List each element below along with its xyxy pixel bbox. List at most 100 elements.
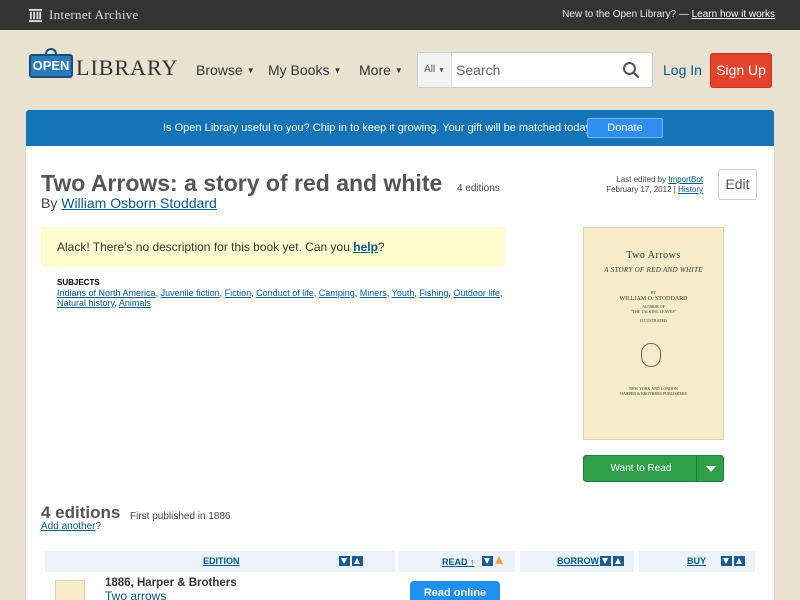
subject-link[interactable]: Animals: [119, 298, 151, 308]
search-input[interactable]: [456, 61, 616, 79]
book-editions-count: 4 editions: [457, 183, 500, 194]
new-user-text: New to the Open Library? —: [562, 9, 689, 20]
learn-how-link[interactable]: Learn how it works: [692, 9, 775, 20]
cover-illustrated: ILLUSTRATED: [640, 318, 667, 323]
read-online-button[interactable]: Read online: [410, 581, 500, 600]
search-scope-value: All: [424, 64, 436, 75]
add-edition-end: ?: [95, 521, 102, 532]
cover-author: WILLIAM O. STODDARD: [619, 296, 688, 302]
chevron-down-icon: ▼: [246, 66, 255, 75]
cover-title: Two Arrows: [626, 250, 681, 261]
subjects-section: SUBJECTS Indians of North America, Juven…: [57, 278, 507, 308]
internet-archive-logo[interactable]: Internet Archive: [28, 7, 139, 23]
nav-more[interactable]: More ▼: [359, 62, 403, 78]
subject-link[interactable]: Miners: [360, 288, 387, 298]
cover-publisher: NEW YORK AND LONDON HARPER & BROTHERS PU…: [584, 386, 723, 396]
subjects-heading: SUBJECTS: [57, 278, 100, 287]
last-edited-user-link[interactable]: ImportBot: [668, 175, 703, 184]
book-byline: By William Osborn Stoddard: [41, 195, 217, 211]
editions-heading: 4 editions: [41, 503, 121, 522]
search-scope-select[interactable]: All ▼: [418, 53, 452, 87]
top-bar: Internet Archive New to the Open Library…: [0, 0, 800, 30]
subject-link[interactable]: Fiction: [225, 288, 252, 298]
internet-archive-name: Internet Archive: [49, 7, 139, 22]
sort-desc-icon[interactable]: [339, 556, 350, 566]
edition-cover-thumbnail[interactable]: [55, 580, 85, 600]
column-header-borrow: BORROW: [520, 551, 634, 572]
subject-link[interactable]: Conduct of life: [256, 288, 314, 298]
nav-browse-label: Browse: [196, 62, 243, 78]
description-end: ?: [377, 240, 385, 254]
nav-more-label: More: [359, 62, 391, 78]
sort-desc-icon[interactable]: [600, 556, 611, 566]
new-user-notice: New to the Open Library? — Learn how it …: [562, 9, 775, 20]
donate-banner: Is Open Library useful to you? Chip in t…: [26, 110, 774, 146]
sort-edition-link[interactable]: EDITION: [203, 556, 240, 566]
chevron-down-icon: ▼: [333, 66, 342, 75]
history-link[interactable]: History: [678, 185, 703, 194]
add-edition: Add another?: [41, 521, 101, 532]
subject-link[interactable]: Indians of North America: [57, 288, 156, 298]
want-to-read-label[interactable]: Want to Read: [584, 456, 698, 481]
cover-by: BY: [650, 290, 657, 295]
column-header-edition: EDITION: [45, 551, 395, 572]
sort-asc-icon[interactable]: [352, 556, 363, 566]
edit-button[interactable]: Edit: [718, 169, 757, 200]
description-help-link[interactable]: help: [353, 240, 378, 254]
subjects-list: Indians of North America, Juvenile ficti…: [57, 288, 503, 308]
logo-sign: OPEN: [29, 54, 73, 78]
book-title: Two Arrows: a story of red and white: [41, 170, 443, 196]
sort-asc-icon[interactable]: [613, 556, 624, 566]
nav-browse[interactable]: Browse ▼: [196, 62, 255, 78]
want-to-read-button: Want to Read: [583, 455, 724, 482]
sorted-asc-icon: [495, 556, 503, 564]
subject-link[interactable]: Juvenile fiction: [161, 288, 220, 298]
column-header-buy: BUY: [639, 551, 755, 572]
last-edited-info: Last edited by ImportBot February 17, 20…: [550, 175, 703, 195]
nav-my-books-label: My Books: [268, 62, 330, 78]
sort-desc-icon[interactable]: [721, 556, 732, 566]
sort-borrow-link[interactable]: BORROW: [557, 556, 599, 566]
separator: |: [673, 185, 676, 194]
last-edited-prefix: Last edited by: [616, 175, 667, 184]
logo-word: LIBRARY: [76, 55, 179, 80]
first-published: First published in 1886: [130, 511, 231, 522]
login-link[interactable]: Log In: [663, 62, 702, 78]
sort-read-link[interactable]: READ ↑: [442, 557, 475, 567]
donate-button[interactable]: Donate: [587, 118, 663, 138]
description-notice: Alack! There's no description for this b…: [41, 227, 505, 267]
edition-publisher: 1886, Harper & Brothers: [105, 577, 237, 589]
edition-title-link[interactable]: Two arrows: [105, 589, 166, 600]
subject-link[interactable]: Fishing: [419, 288, 448, 298]
want-to-read-dropdown[interactable]: [696, 456, 723, 481]
last-edited-date: February 17, 2012: [606, 185, 672, 194]
book-cover[interactable]: Two Arrows A STORY OF RED AND WHITE BY W…: [583, 227, 724, 440]
chevron-down-icon: ▼: [437, 67, 445, 74]
subject-link[interactable]: Camping: [319, 288, 355, 298]
cover-author-note: AUTHOR OF "THE TALKING LEAVES": [584, 304, 723, 314]
subject-link[interactable]: Natural history: [57, 298, 114, 308]
description-text: Alack! There's no description for this b…: [57, 240, 350, 254]
donate-message: Is Open Library useful to you? Chip in t…: [163, 122, 595, 134]
cover-publisher-2: HARPER & BROTHERS PUBLISHERS: [620, 391, 687, 396]
archive-building-icon: [28, 8, 43, 22]
chevron-down-icon: ▼: [394, 66, 403, 75]
subject-link[interactable]: Outdoor life: [453, 288, 500, 298]
open-library-logo[interactable]: OPEN LIBRARY: [29, 48, 177, 84]
cover-author-note-2: "THE TALKING LEAVES": [630, 309, 677, 314]
signup-button[interactable]: Sign Up: [710, 53, 772, 88]
publisher-seal-icon: [641, 343, 661, 367]
byline-prefix: By: [41, 195, 58, 211]
author-link[interactable]: William Osborn Stoddard: [61, 195, 217, 211]
sort-desc-icon[interactable]: [482, 556, 493, 566]
sort-buy-link[interactable]: BUY: [687, 556, 706, 566]
search-box: All ▼: [417, 52, 653, 88]
search-icon[interactable]: [622, 61, 640, 79]
add-another-link[interactable]: Add another: [41, 521, 96, 532]
subject-link[interactable]: Youth: [392, 288, 415, 298]
sort-asc-icon[interactable]: [734, 556, 745, 566]
cover-subtitle: A STORY OF RED AND WHITE: [604, 266, 703, 274]
nav-my-books[interactable]: My Books ▼: [268, 62, 341, 78]
column-header-read: READ ↑: [399, 551, 515, 572]
chevron-down-icon: [706, 466, 716, 472]
